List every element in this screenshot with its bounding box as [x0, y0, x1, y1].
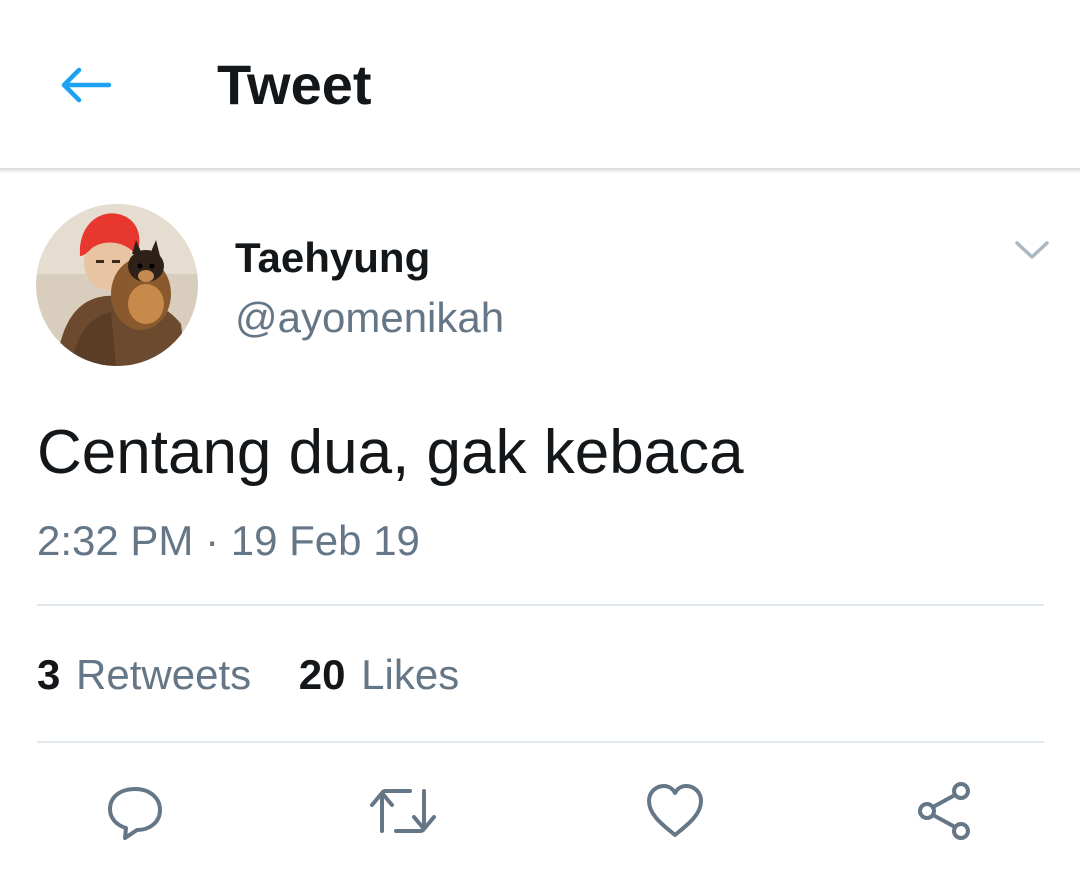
tweet-date: 19 Feb 19 — [230, 517, 420, 564]
user-handle[interactable]: @ayomenikah — [235, 294, 504, 342]
back-button[interactable] — [50, 55, 120, 115]
chevron-down-icon — [1015, 241, 1049, 259]
likes-label: Likes — [361, 651, 460, 698]
app-header: Tweet — [0, 0, 1080, 168]
tweet-detail-screen: Tweet Taehyung @ayomenikah Centang dua, … — [0, 0, 1080, 890]
divider — [37, 741, 1044, 743]
likes-count: 20 — [298, 651, 346, 698]
retweet-icon — [370, 789, 436, 833]
like-button[interactable] — [640, 776, 710, 846]
retweet-button[interactable] — [368, 776, 438, 846]
reply-icon — [108, 787, 162, 840]
tweet-timestamp: 2:32 PM · 19 Feb 19 — [37, 516, 420, 566]
reply-button[interactable] — [100, 776, 170, 846]
tweet-stats: 3 Retweets 20 Likes — [37, 650, 495, 700]
retweets-count: 3 — [37, 651, 61, 698]
share-button[interactable] — [910, 776, 980, 846]
like-icon — [647, 784, 703, 837]
timestamp-separator: · — [205, 517, 220, 564]
display-name[interactable]: Taehyung — [235, 234, 430, 282]
divider — [37, 604, 1044, 606]
share-icon — [918, 782, 970, 840]
tweet-menu-button[interactable] — [1008, 230, 1056, 270]
page-title: Tweet — [217, 53, 372, 116]
avatar[interactable] — [36, 204, 198, 366]
retweets-stat[interactable]: 3 Retweets — [37, 650, 251, 700]
arrow-left-icon — [61, 67, 112, 103]
tweet-text: Centang dua, gak kebaca — [37, 418, 744, 487]
likes-stat[interactable]: 20 Likes — [299, 650, 459, 700]
tweet-time: 2:32 PM — [37, 517, 194, 564]
header-divider — [0, 168, 1080, 174]
retweets-label: Retweets — [76, 651, 252, 698]
avatar-image — [36, 204, 198, 366]
